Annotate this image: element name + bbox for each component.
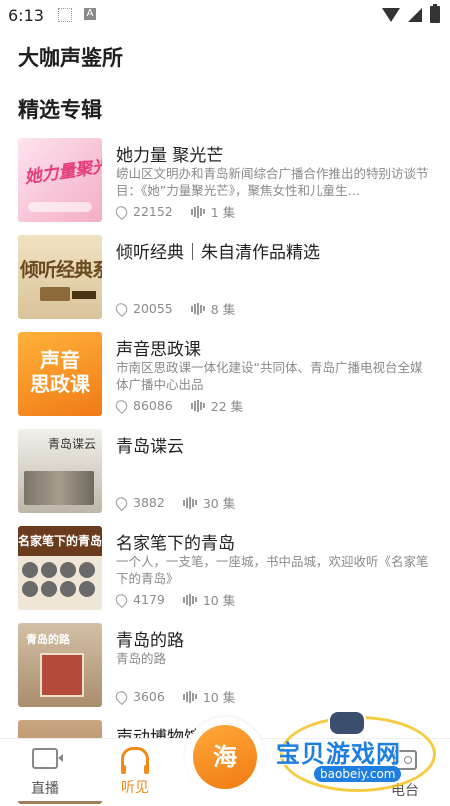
album-cover[interactable]: 名家笔下的青岛	[18, 526, 102, 610]
album-cover[interactable]: 青岛谍云	[18, 429, 102, 513]
album-cover[interactable]: 倾听经典系列	[18, 235, 102, 319]
watermark-text: 宝贝游戏网	[276, 740, 401, 768]
album-meta: 3606 10 集	[113, 687, 253, 706]
album-cover[interactable]: 青岛的路	[18, 623, 102, 707]
episode-count: 30 集	[202, 496, 236, 511]
episode-count: 22 集	[210, 399, 244, 414]
album-item[interactable]: 名家笔下的青岛 名家笔下的青岛 一个人，一支笔，一座城，书中品城，欢迎收听《名家…	[0, 526, 450, 612]
play-count: 3606	[133, 689, 165, 704]
album-item[interactable]: 她力量聚光芒 她力量 聚光芒 崂山区文明办和青岛新闻综合广播合作推出的特别访谈节…	[0, 138, 450, 224]
play-count-icon	[113, 591, 130, 608]
album-title: 倾听经典｜朱自清作品精选	[116, 243, 320, 263]
gamepad-icon	[328, 710, 366, 736]
cover-text: 倾听经典系列	[20, 259, 102, 281]
audio-wave-icon	[182, 496, 197, 509]
episode-count: 10 集	[202, 690, 236, 705]
nav-item-live[interactable]: 直播	[15, 745, 75, 798]
watermark-url: baobeiy.com	[314, 766, 402, 782]
episode-count: 8 集	[210, 302, 236, 317]
audio-wave-icon	[190, 399, 205, 412]
page-title: 大咖声鉴所	[18, 46, 123, 70]
play-count: 4179	[133, 592, 165, 607]
section-title: 精选专辑	[18, 98, 102, 122]
status-bar: 6:13 A	[0, 0, 450, 30]
watermark-logo: 宝贝游戏网 baobeiy.com	[262, 706, 442, 792]
wifi-icon	[382, 7, 400, 22]
battery-icon	[430, 4, 440, 23]
cover-text: 名家笔下的青岛	[18, 534, 102, 548]
play-count-icon	[113, 494, 130, 511]
audio-wave-icon	[182, 690, 197, 703]
play-count: 86086	[133, 398, 173, 413]
album-description: 一个人，一支笔，一座城，书中品城，欢迎收听《名家笔下的青岛》	[116, 554, 429, 586]
album-item[interactable]: 声音 思政课 声音思政课 市南区思政课一体化建设“共同体、青岛广播电视台全媒体广播…	[0, 332, 450, 418]
album-title: 青岛的路	[116, 631, 184, 651]
episode-count: 1 集	[210, 205, 236, 220]
album-meta: 86086 22 集	[113, 396, 261, 415]
nav-label-live: 直播	[31, 781, 59, 797]
cover-text-line1: 声音	[40, 348, 80, 372]
book-illustration	[40, 287, 70, 301]
video-camera-icon	[32, 748, 63, 769]
cover-scene	[24, 471, 94, 505]
album-title: 她力量 聚光芒	[116, 146, 224, 166]
album-meta: 20055 8 集	[113, 299, 253, 318]
episode-count: 10 集	[202, 593, 236, 608]
portrait-grid	[22, 562, 98, 597]
album-item[interactable]: 青岛的路 青岛的路 青岛的路 3606 10 集	[0, 623, 450, 709]
play-count: 20055	[133, 301, 173, 316]
headphones-icon	[121, 747, 149, 774]
album-description: 崂山区文明办和青岛新闻综合广播合作推出的特别访谈节目：《她”力量聚光芒》，聚焦女…	[116, 166, 429, 198]
audio-wave-icon	[182, 593, 197, 606]
album-item[interactable]: 青岛谍云 青岛谍云 3882 30 集	[0, 429, 450, 515]
play-count-icon	[113, 688, 130, 705]
album-meta: 22152 1 集	[113, 202, 253, 221]
building-illustration	[40, 653, 84, 697]
nav-label-listen: 听见	[121, 780, 149, 796]
album-item[interactable]: 倾听经典系列 倾听经典｜朱自清作品精选 20055 8 集	[0, 235, 450, 321]
nav-item-listen[interactable]: 听见	[105, 745, 165, 797]
album-description: 青岛的路	[116, 651, 167, 666]
cover-text: 她力量聚光芒	[23, 153, 102, 188]
album-title: 名家笔下的青岛	[116, 534, 235, 554]
center-button-wrap: 海	[185, 717, 265, 797]
cover-text: 青岛的路	[26, 633, 70, 646]
album-title: 声音思政课	[116, 340, 201, 360]
play-count-icon	[113, 300, 130, 317]
app-notification-icon: A	[84, 8, 96, 20]
play-count-icon	[113, 397, 130, 414]
album-cover[interactable]: 她力量聚光芒	[18, 138, 102, 222]
cover-text: 青岛谍云	[48, 437, 97, 451]
album-title: 青岛谍云	[116, 437, 184, 457]
album-meta: 3882 30 集	[113, 493, 253, 512]
album-cover[interactable]: 声音 思政课	[18, 332, 102, 416]
play-count: 3882	[133, 495, 165, 510]
audio-wave-icon	[190, 302, 205, 315]
center-home-button[interactable]: 海	[193, 725, 257, 789]
grid-icon	[58, 8, 72, 22]
cover-decoration	[28, 202, 92, 212]
album-meta: 4179 10 集	[113, 590, 253, 609]
play-count-icon	[113, 203, 130, 220]
signal-icon	[408, 7, 422, 22]
album-description: 市南区思政课一体化建设“共同体、青岛广播电视台全媒体广播中心出品	[116, 360, 423, 392]
status-time: 6:13	[8, 6, 44, 25]
cover-text-line2: 思政课	[30, 372, 90, 396]
audio-wave-icon	[190, 205, 205, 218]
play-count: 22152	[133, 204, 173, 219]
cover-tag	[72, 291, 96, 299]
